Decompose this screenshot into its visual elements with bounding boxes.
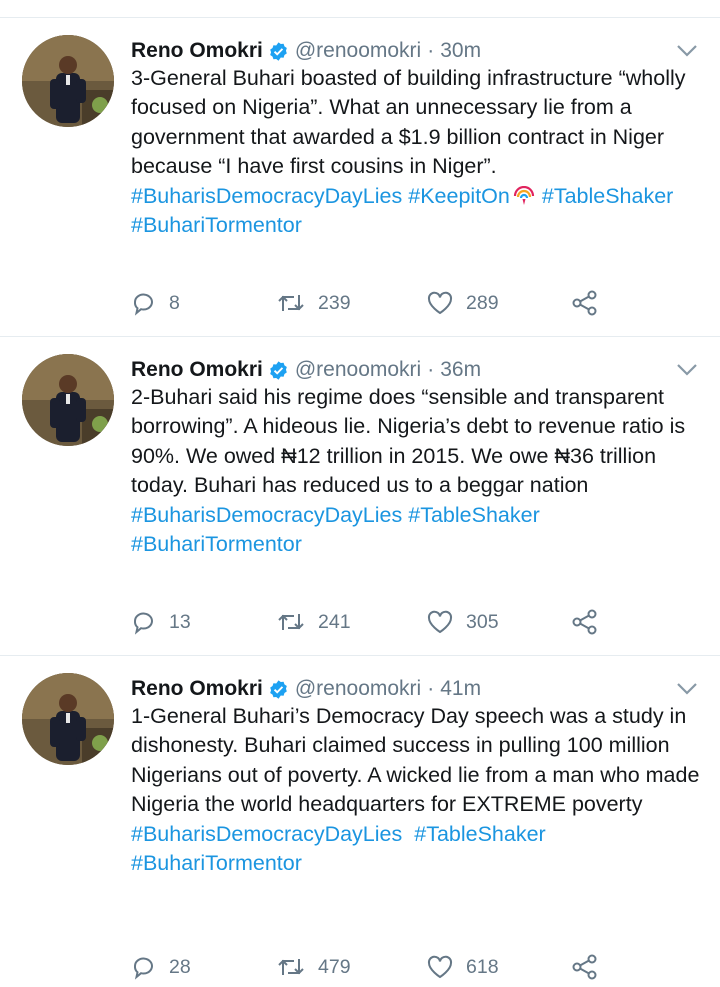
- hashtag-line: #BuharisDemocracyDayLies #TableShaker #Bu…: [131, 820, 711, 879]
- hashtag-link[interactable]: #TableShaker: [542, 184, 673, 208]
- chevron-down-icon[interactable]: [676, 44, 698, 58]
- retweet-count: 479: [318, 955, 351, 978]
- like-count: 305: [466, 610, 499, 633]
- heart-icon: [427, 610, 453, 634]
- retweet-icon: [278, 959, 304, 975]
- reply-button[interactable]: 13: [131, 607, 191, 637]
- retweet-count: 241: [318, 610, 351, 633]
- separator: ·: [427, 358, 435, 381]
- share-button[interactable]: [571, 607, 613, 637]
- tweet-body: 1-General Buhari’s Democracy Day speech …: [131, 702, 711, 878]
- share-icon: [572, 609, 597, 635]
- reply-icon: [133, 612, 153, 635]
- hashtag-line: #BuharisDemocracyDayLies #KeepitOn #TableS…: [131, 182, 711, 241]
- timestamp[interactable]: 41m: [440, 677, 481, 701]
- hashtag-link[interactable]: #BuharisDemocracyDayLies: [131, 503, 402, 527]
- like-button[interactable]: 618: [426, 952, 499, 982]
- chevron-down-icon[interactable]: [676, 363, 698, 377]
- tweet-3[interactable]: Reno Omokri @renoomokri · 41m 1-General …: [0, 656, 720, 987]
- author-name[interactable]: Reno Omokri: [131, 39, 263, 63]
- hashtag-link[interactable]: #BuhariTormentor: [131, 213, 302, 237]
- avatar[interactable]: [22, 354, 114, 446]
- tweet-header: Reno Omokri @renoomokri · 30m: [131, 36, 481, 66]
- like-count: 618: [466, 955, 499, 978]
- retweet-icon: [278, 295, 304, 311]
- tweet-1[interactable]: Reno Omokri @renoomokri · 30m 3-General …: [0, 18, 720, 337]
- verified-badge-icon: [270, 41, 287, 61]
- share-button[interactable]: [571, 952, 613, 982]
- tweet-body: 3-General Buhari boasted of building inf…: [131, 64, 711, 240]
- hashtag-link[interactable]: #BuhariTormentor: [131, 851, 302, 875]
- hashtag-line: #BuharisDemocracyDayLies #TableShaker #Buh…: [131, 501, 711, 560]
- retweet-count: 239: [318, 291, 351, 314]
- reply-icon: [133, 957, 153, 980]
- verified-badge-icon: [270, 360, 287, 380]
- tweet-header: Reno Omokri @renoomokri · 41m: [131, 674, 481, 704]
- like-count: 289: [466, 291, 499, 314]
- tweet-text: 1-General Buhari’s Democracy Day speech …: [131, 704, 700, 817]
- tweet-actions: 8 239 289: [131, 288, 691, 318]
- hashtag-link[interactable]: #BuhariTormentor: [131, 532, 302, 556]
- hashtag-link[interactable]: #TableShaker: [414, 822, 545, 846]
- tweet-actions: 13 241 305: [131, 607, 691, 637]
- tweet-actions: 28 479 618: [131, 952, 691, 982]
- author-name[interactable]: Reno Omokri: [131, 358, 263, 382]
- retweet-icon: [278, 614, 304, 630]
- retweet-button[interactable]: 241: [276, 607, 351, 637]
- tweet-header: Reno Omokri @renoomokri · 36m: [131, 355, 481, 385]
- retweet-button[interactable]: 479: [276, 952, 351, 982]
- like-button[interactable]: 289: [426, 288, 499, 318]
- hashtag-link[interactable]: #BuharisDemocracyDayLies: [131, 822, 402, 846]
- tweet-2[interactable]: Reno Omokri @renoomokri · 36m 2-Buhari s…: [0, 337, 720, 656]
- hashtag-link[interactable]: #BuharisDemocracyDayLies: [131, 184, 402, 208]
- author-handle[interactable]: @renoomokri: [295, 677, 421, 701]
- hashtag-link[interactable]: #KeepitOn: [408, 184, 510, 208]
- chevron-down-icon[interactable]: [676, 682, 698, 696]
- separator: ·: [427, 677, 435, 700]
- reply-button[interactable]: 8: [131, 288, 180, 318]
- timestamp[interactable]: 30m: [440, 39, 481, 63]
- like-button[interactable]: 305: [426, 607, 499, 637]
- author-handle[interactable]: @renoomokri: [295, 39, 421, 63]
- tweet-text: 3-General Buhari boasted of building inf…: [131, 66, 686, 179]
- verified-badge-icon: [270, 679, 287, 699]
- reply-count: 28: [169, 955, 191, 978]
- share-icon: [572, 290, 597, 316]
- heart-icon: [427, 291, 453, 315]
- retweet-button[interactable]: 239: [276, 288, 351, 318]
- avatar[interactable]: [22, 673, 114, 765]
- rainbow-signal-icon: [513, 185, 534, 205]
- timestamp[interactable]: 36m: [440, 358, 481, 382]
- author-handle[interactable]: @renoomokri: [295, 358, 421, 382]
- reply-button[interactable]: 28: [131, 952, 191, 982]
- share-button[interactable]: [571, 288, 613, 318]
- share-icon: [572, 954, 597, 980]
- tweet-body: 2-Buhari said his regime does “sensible …: [131, 383, 711, 559]
- reply-count: 8: [169, 291, 180, 314]
- tweet-text: 2-Buhari said his regime does “sensible …: [131, 385, 686, 498]
- avatar[interactable]: [22, 35, 114, 127]
- heart-icon: [427, 955, 453, 979]
- separator: ·: [427, 39, 435, 62]
- author-name[interactable]: Reno Omokri: [131, 677, 263, 701]
- reply-count: 13: [169, 610, 191, 633]
- reply-icon: [133, 293, 153, 316]
- hashtag-link[interactable]: #TableShaker: [408, 503, 539, 527]
